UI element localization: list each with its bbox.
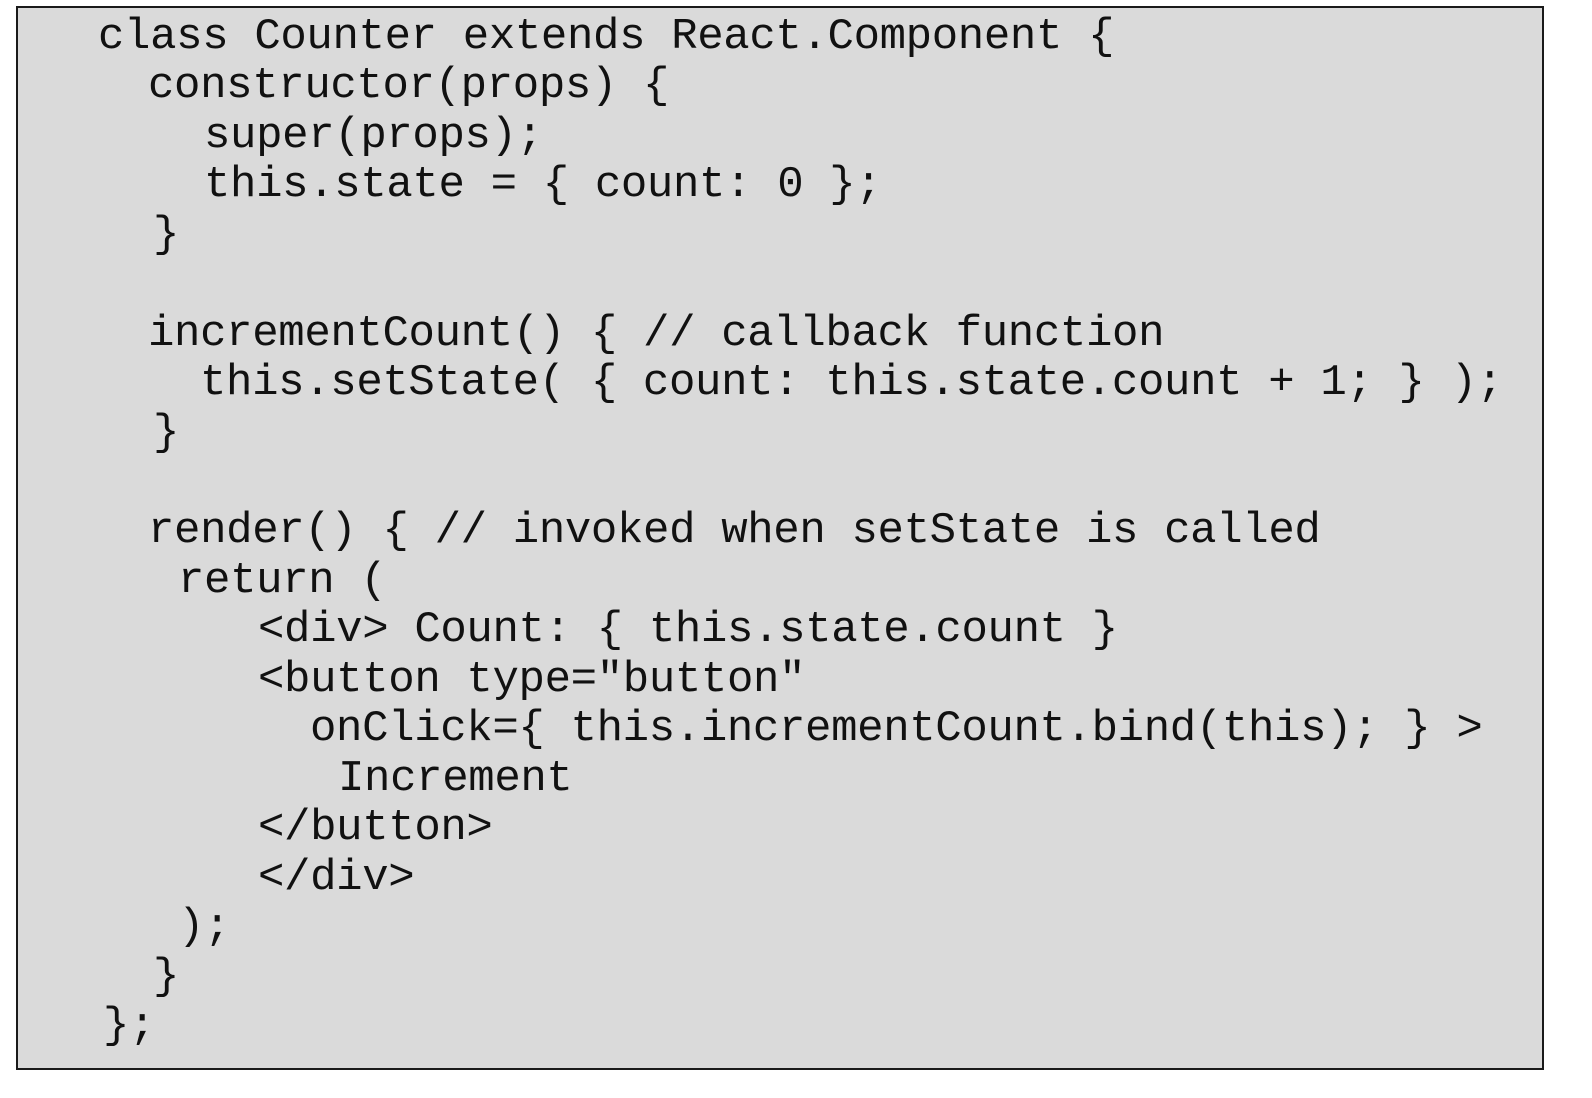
code-block: class Counter extends React.Component { … — [16, 6, 1544, 1070]
code-line-14: <button type="button" — [258, 655, 806, 705]
code-line-1: class Counter extends React.Component { — [98, 12, 1115, 62]
code-line-8: this.setState( { count: this.state.count… — [200, 358, 1503, 408]
code-line-9: } — [153, 408, 180, 458]
code-line-15: onClick={ this.incrementCount.bind(this)… — [310, 704, 1483, 754]
code-line-18: </div> — [258, 853, 415, 903]
code-line-19: ); — [178, 902, 231, 952]
code-line-16: Increment — [338, 754, 573, 804]
slide-page: class Counter extends React.Component { … — [0, 0, 1592, 1098]
code-line-20: } — [153, 952, 180, 1002]
code-line-2: constructor(props) { — [148, 61, 670, 111]
code-line-5: } — [153, 210, 180, 260]
code-line-13: <div> Count: { this.state.count } — [258, 605, 1118, 655]
code-line-21: }; — [103, 1001, 156, 1051]
code-line-11: render() { // invoked when setState is c… — [148, 506, 1321, 556]
code-line-17: </button> — [258, 803, 493, 853]
code-line-12: return ( — [178, 556, 387, 606]
code-line-3: super(props); — [204, 111, 543, 161]
code-line-4: this.state = { count: 0 }; — [204, 160, 882, 210]
code-line-7: incrementCount() { // callback function — [148, 309, 1165, 359]
